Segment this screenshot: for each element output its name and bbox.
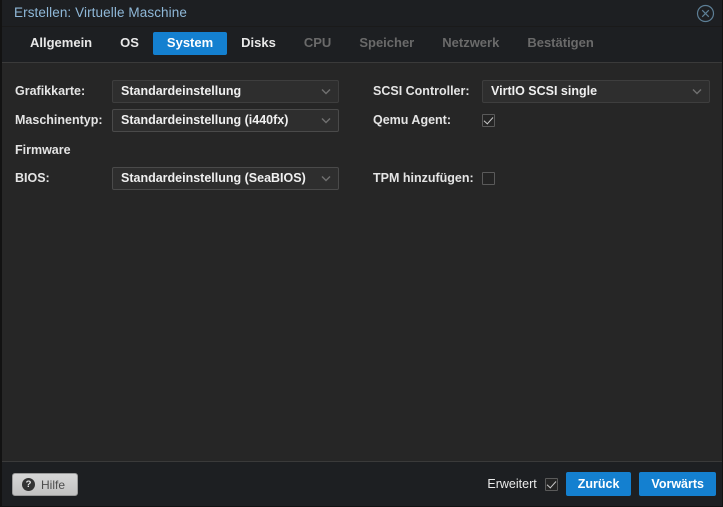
advanced-label: Erweitert [487,477,537,491]
grafikkarte-select[interactable]: Standardeinstellung [112,79,339,103]
qemu-agent-label: Qemu Agent: [373,113,452,127]
tab-bestaetigen: Bestätigen [527,35,594,50]
tab-list: Allgemein OS System Disks CPU Speicher N… [16,32,608,55]
tab-os[interactable]: OS [106,32,153,55]
tpm-label: TPM hinzufügen: [373,171,474,185]
advanced-checkbox[interactable] [544,477,558,491]
scsi-controller-label: SCSI Controller: [373,84,470,98]
tab-system[interactable]: System [152,32,228,55]
bios-value: Standardeinstellung (SeaBIOS) [121,171,306,185]
tab-disks[interactable]: Disks [227,32,290,55]
tpm-checkbox[interactable] [482,171,495,185]
maschinentyp-label: Maschinentyp: [15,113,103,127]
system-settings-form: Grafikkarte: Standardeinstellung Maschin… [2,63,722,461]
help-button[interactable]: ? Hilfe [12,473,79,496]
qemu-agent-checkbox[interactable] [482,113,495,127]
grafikkarte-label: Grafikkarte: [15,84,86,98]
chevron-down-icon [317,80,335,103]
row-firmware-heading: Firmware [2,136,352,164]
scsi-controller-select[interactable]: VirtIO SCSI single [482,79,710,103]
row-tpm: TPM hinzufügen: [364,164,722,192]
dialog-titlebar: Erstellen: Virtuelle Maschine [2,0,722,27]
row-scsi-controller: SCSI Controller: VirtIO SCSI single [364,77,722,105]
tab-cpu: CPU [303,35,332,50]
tab-netzwerk: Netzwerk [442,35,500,50]
question-mark-icon: ? [22,478,35,491]
tab-allgemein[interactable]: Allgemein [16,32,106,55]
chevron-down-icon [317,109,335,132]
tab-bar: Allgemein OS System Disks CPU Speicher N… [2,27,722,63]
next-button[interactable]: Vorwärts [639,472,716,496]
row-maschinentyp: Maschinentyp: Standardeinstellung (i440f… [2,106,352,134]
bios-select[interactable]: Standardeinstellung (SeaBIOS) [112,166,339,190]
maschinentyp-value: Standardeinstellung (i440fx) [121,113,289,127]
tab-speicher: Speicher [359,35,415,50]
close-icon[interactable] [696,4,715,23]
bios-label: BIOS: [15,171,50,185]
chevron-down-icon [688,80,706,103]
create-vm-dialog: Erstellen: Virtuelle Maschine Allgemein … [0,0,723,507]
firmware-section-title: Firmware [15,143,71,157]
chevron-down-icon [317,167,335,190]
scsi-controller-value: VirtIO SCSI single [491,84,598,98]
dialog-footer: ? Hilfe Erweitert Zurück Vorwärts [2,461,722,506]
help-button-label: Hilfe [41,477,66,492]
back-button[interactable]: Zurück [565,472,632,496]
row-qemu-agent: Qemu Agent: [364,106,722,134]
footer-actions: Erweitert Zurück Vorwärts [487,472,716,496]
row-grafikkarte: Grafikkarte: Standardeinstellung [2,77,352,105]
row-bios: BIOS: Standardeinstellung (SeaBIOS) [2,164,352,192]
maschinentyp-select[interactable]: Standardeinstellung (i440fx) [112,108,339,132]
page-title: Erstellen: Virtuelle Maschine [14,5,187,20]
grafikkarte-value: Standardeinstellung [121,84,242,98]
